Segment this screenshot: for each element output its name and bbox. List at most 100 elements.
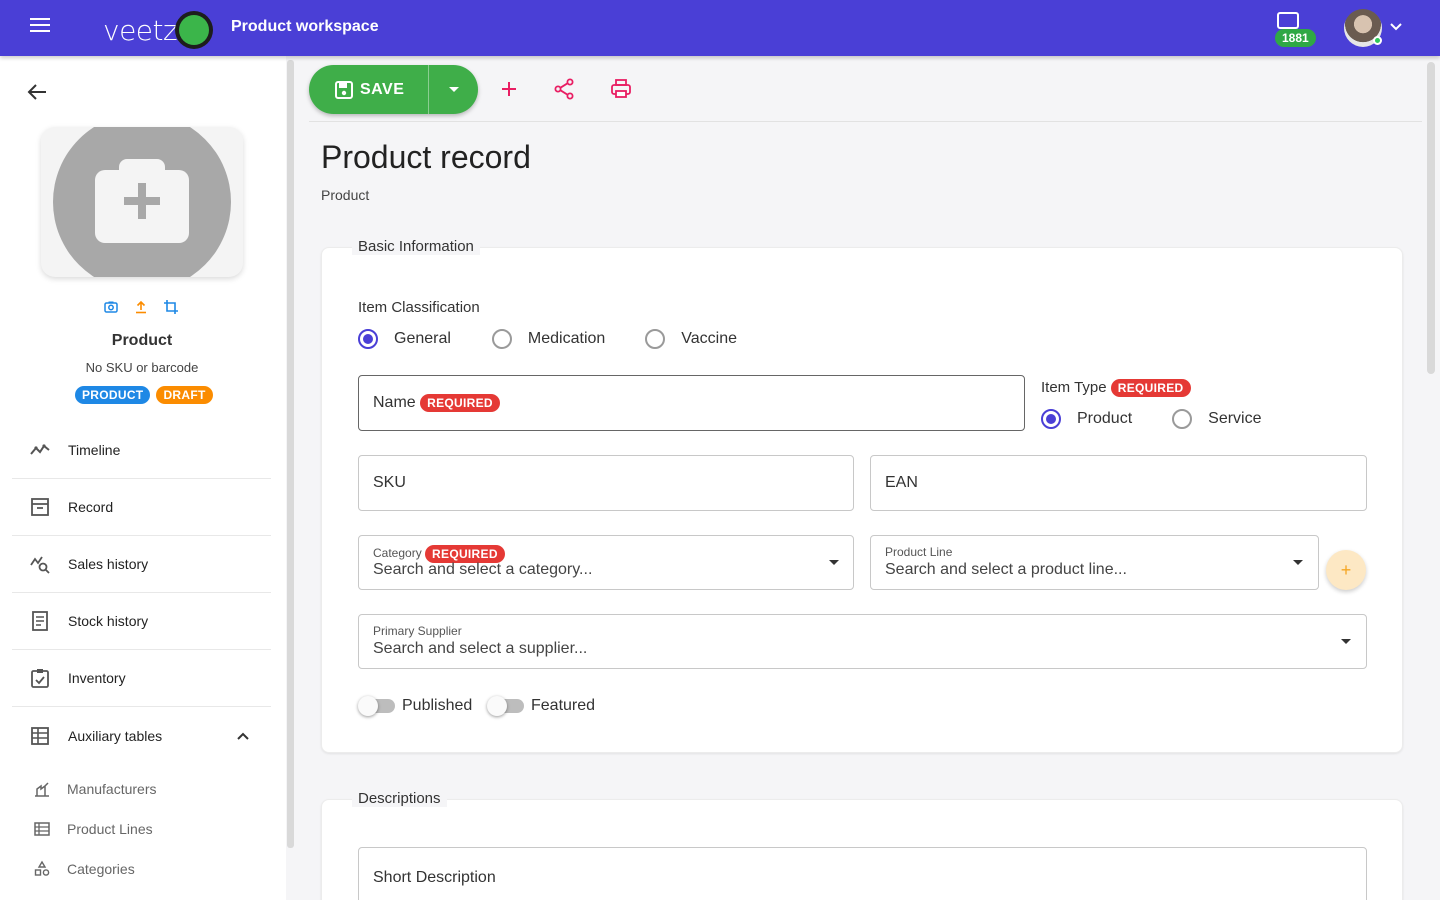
required-badge: REQUIRED [420,394,500,412]
sku-field-label: SKU [373,474,406,491]
radio-label: Service [1208,410,1262,427]
item-classification-label: Item Classification [358,299,480,316]
draft-badge: DRAFT [156,386,213,404]
required-badge: REQUIRED [1110,379,1191,398]
save-button-label: SAVE [360,80,405,98]
sku-field[interactable]: SKU [358,455,854,511]
sidebar-item-categories[interactable]: Categories [12,849,271,889]
sidebar-item-label: Record [68,499,114,515]
table-icon [31,726,49,745]
category-select[interactable]: Category REQUIRED Search and select a ca… [358,535,854,590]
name-field[interactable]: Name REQUIRED [358,375,1025,431]
brand-name: veetz [103,13,178,47]
page-subtitle: Product [321,187,370,203]
short-description-field[interactable]: Short Description [358,847,1367,900]
primary-supplier-select[interactable]: Primary Supplier Search and select a sup… [358,614,1367,669]
sidebar-item-label: Sales history [68,556,149,572]
user-avatar[interactable] [1344,9,1382,47]
add-product-line-button[interactable]: + [1326,550,1366,590]
brand-logo[interactable]: veetz [103,11,214,49]
radio-product[interactable]: Product [1041,409,1132,429]
sidebar-item-sales-history[interactable]: Sales history [12,536,271,593]
radio-indicator [645,329,666,349]
caret-down-icon[interactable] [829,560,839,565]
toggle-thumb [487,696,507,716]
save-button[interactable]: SAVE [309,65,429,114]
menu-icon[interactable] [30,18,52,38]
share-icon[interactable] [552,77,576,101]
radio-service[interactable]: Service [1172,409,1262,429]
save-dropdown-button[interactable] [429,65,478,114]
sidebar-item-inventory[interactable]: Inventory [12,650,271,707]
sidebar-item-stock-history[interactable]: Stock history [12,593,271,650]
sidebar-subitem-label: Product Lines [67,821,153,837]
sidebar-item-manufacturers[interactable]: Manufacturers [12,769,271,809]
toggle-thumb [358,696,378,716]
radio-label: Medication [527,330,606,347]
primary-supplier-label: Primary Supplier [373,624,462,638]
camera-icon[interactable] [103,299,119,315]
name-field-label: Name REQUIRED [373,394,500,412]
product-badge: PRODUCT [75,386,151,404]
clipboard-check-icon [31,669,49,688]
archive-icon [31,498,49,516]
product-line-select[interactable]: Product Line Search and select a product… [870,535,1319,590]
category-placeholder: Search and select a category... [373,561,593,578]
sidebar-scrollbar[interactable] [287,60,294,848]
sidebar-item-label: Inventory [68,670,126,686]
radio-indicator [491,329,512,349]
published-toggle[interactable]: Published [358,696,472,716]
chevron-up-icon[interactable] [236,731,250,741]
primary-supplier-placeholder: Search and select a supplier... [373,640,588,657]
radio-vaccine[interactable]: Vaccine [645,329,737,349]
upload-icon[interactable] [133,299,149,315]
brand-mark-icon [175,11,214,49]
radio-selected-indicator [1041,409,1061,429]
factory-icon [35,782,49,797]
floppy-disk-icon [335,80,353,99]
product-image-placeholder[interactable] [41,127,243,277]
messages-count-badge: 1881 [1275,29,1316,47]
product-sku-text: No SKU or barcode [85,360,199,375]
item-type-label-text: Item Type [1041,379,1107,396]
ean-field-label: EAN [885,474,918,491]
caret-down-icon[interactable] [1341,639,1351,644]
sidebar-item-record[interactable]: Record [12,479,271,536]
crop-icon[interactable] [163,299,179,315]
sidebar-item-auxiliary-tables[interactable]: Auxiliary tables [12,707,271,764]
sidebar-item-label: Timeline [68,442,121,458]
sales-history-icon [30,556,50,574]
print-icon[interactable] [609,77,633,101]
toolbar-divider [309,121,1422,122]
radio-medication[interactable]: Medication [491,329,606,349]
status-badges: PRODUCT DRAFT [75,386,213,404]
toggle-track [487,696,524,716]
radio-indicator [1172,409,1193,429]
name-label-text: Name [373,394,416,412]
ean-field[interactable]: EAN [870,455,1367,511]
plus-icon: + [1340,559,1352,580]
shapes-icon [34,860,50,876]
item-type-group: Product Service [1041,409,1262,429]
list-icon [34,822,50,836]
radio-general[interactable]: General [358,329,451,349]
radio-label: General [394,330,451,347]
add-icon[interactable] [497,77,521,101]
sidebar-item-product-lines[interactable]: Product Lines [12,809,271,849]
main-scrollbar[interactable] [1427,62,1435,374]
messages-button[interactable]: 1881 [1275,12,1319,48]
product-line-label: Product Line [885,545,953,559]
workspace-title: Product workspace [231,18,379,35]
toggle-track [358,696,395,716]
caret-down-icon[interactable] [1293,560,1303,565]
auxiliary-tables-subnav: Manufacturers Product Lines Categories [12,769,271,889]
featured-toggle[interactable]: Featured [487,696,595,716]
save-split-button: SAVE [309,65,478,114]
back-arrow-icon[interactable] [26,82,48,102]
online-status-dot [1373,36,1382,45]
sidebar-item-timeline[interactable]: Timeline [12,422,271,479]
descriptions-legend: Descriptions [352,790,447,807]
item-type-label: Item Type REQUIRED [1041,379,1191,398]
sidebar-nav: Timeline Record Sales history Stock hist… [12,422,271,764]
chevron-down-icon[interactable] [1389,20,1403,34]
